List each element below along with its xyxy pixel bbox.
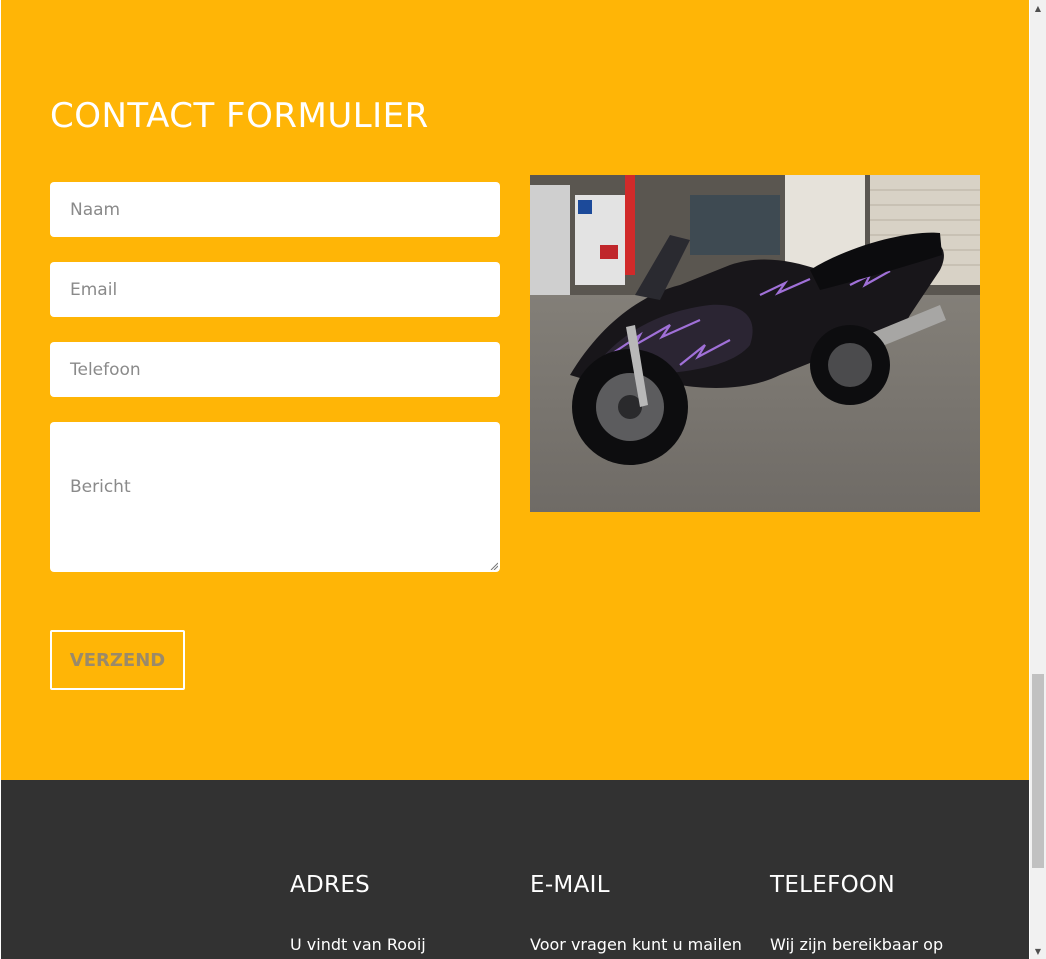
- motorcycle-photo: [530, 175, 980, 512]
- footer-phone-heading: TELEFOON: [770, 872, 895, 898]
- footer-email-text: Voor vragen kunt u mailen: [530, 935, 742, 954]
- arrow-down-icon[interactable]: ▼: [1030, 943, 1046, 959]
- footer-address-column: ADRES U vindt van Rooij: [290, 872, 426, 954]
- email-placeholder: Email: [70, 279, 118, 300]
- footer-address-text: U vindt van Rooij: [290, 935, 426, 954]
- resize-grip-icon[interactable]: [490, 562, 498, 570]
- footer-phone-text: Wij zijn bereikbaar op: [770, 935, 944, 954]
- footer-address-heading: ADRES: [290, 872, 371, 898]
- footer-email-column: E-MAIL Voor vragen kunt u mailen: [530, 872, 742, 954]
- phone-field[interactable]: Telefoon: [50, 342, 500, 397]
- motorcycle-image: [530, 175, 980, 512]
- message-placeholder: Bericht: [70, 477, 131, 497]
- submit-button[interactable]: VERZEND: [50, 630, 185, 690]
- name-field[interactable]: Naam: [50, 182, 500, 237]
- message-textarea[interactable]: Bericht: [50, 422, 500, 572]
- contact-title: CONTACT FORMULIER: [50, 96, 429, 136]
- email-field[interactable]: Email: [50, 262, 500, 317]
- phone-placeholder: Telefoon: [70, 359, 141, 380]
- page-scrollbar[interactable]: ▲ ▼: [1030, 0, 1046, 959]
- contact-section: CONTACT FORMULIER Naam Email Telefoon Be…: [1, 0, 1029, 780]
- footer-email-heading: E-MAIL: [530, 872, 610, 898]
- name-placeholder: Naam: [70, 199, 121, 220]
- page-viewport: CONTACT FORMULIER Naam Email Telefoon Be…: [0, 0, 1030, 959]
- footer-phone-column: TELEFOON Wij zijn bereikbaar op: [770, 872, 943, 954]
- site-footer: ADRES U vindt van Rooij E-MAIL Voor vrag…: [1, 780, 1029, 959]
- scrollbar-thumb[interactable]: [1032, 674, 1044, 868]
- arrow-up-icon[interactable]: ▲: [1030, 0, 1046, 16]
